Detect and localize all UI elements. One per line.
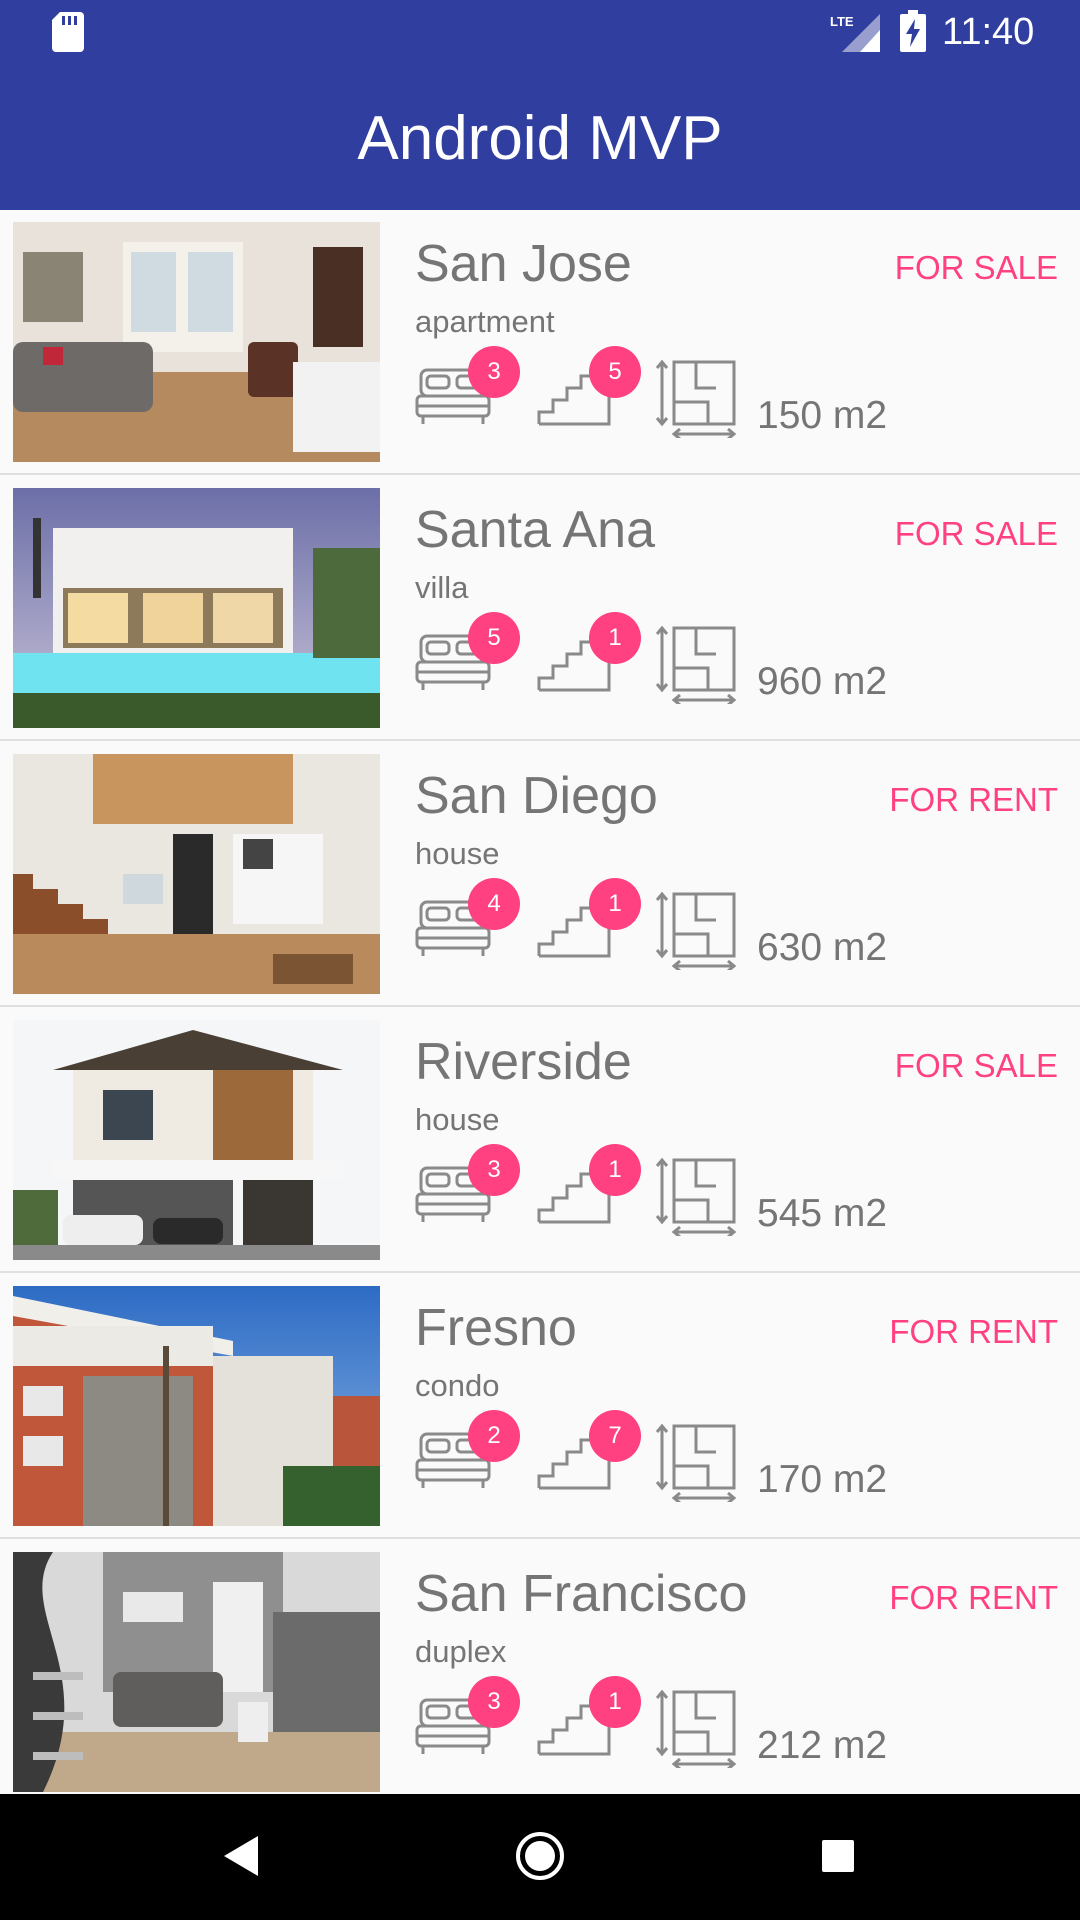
page-title: Android MVP xyxy=(357,104,723,173)
floor-count-badge: 1 xyxy=(589,878,641,930)
listing-status: FOR SALE xyxy=(894,249,1058,286)
area-value: 170 m2 xyxy=(757,1458,888,1501)
bedroom-count-badge: 2 xyxy=(468,1410,520,1462)
bedroom-count-badge: 3 xyxy=(468,346,520,398)
listing-row[interactable]: San Francisco duplex FOR RENT 3 1 212 m2 xyxy=(0,1540,1080,1794)
sd-card-icon xyxy=(52,12,84,52)
floor-plan-icon xyxy=(656,1158,738,1236)
navigation-bar xyxy=(0,1794,1080,1920)
listing-row[interactable]: Riverside house FOR SALE 3 1 545 m2 xyxy=(0,1008,1080,1273)
listing-row[interactable]: San Diego house FOR RENT 4 1 630 m2 xyxy=(0,742,1080,1007)
city-name: San Jose xyxy=(415,235,632,293)
svg-text:LTE: LTE xyxy=(830,14,854,29)
area-value: 150 m2 xyxy=(757,394,888,437)
floor-count-badge: 1 xyxy=(589,1144,641,1196)
listing-row[interactable]: Fresno condo FOR RENT 2 7 170 m2 xyxy=(0,1274,1080,1539)
area-value: 630 m2 xyxy=(757,926,888,969)
back-icon[interactable] xyxy=(222,1834,262,1878)
property-type: house xyxy=(415,1102,500,1137)
bedroom-count-badge: 5 xyxy=(468,612,520,664)
property-type: duplex xyxy=(415,1634,507,1669)
floor-count-badge: 1 xyxy=(589,1676,641,1728)
listing-row[interactable]: Santa Ana villa FOR SALE 5 1 960 m2 xyxy=(0,476,1080,741)
property-photo xyxy=(13,488,380,728)
home-icon[interactable] xyxy=(514,1830,566,1882)
city-name: San Francisco xyxy=(415,1565,748,1623)
floor-plan-icon xyxy=(656,360,738,438)
floor-plan-icon xyxy=(656,892,738,970)
floor-plan-icon xyxy=(656,1690,738,1768)
property-photo xyxy=(13,1552,380,1792)
bedroom-count-badge: 4 xyxy=(468,878,520,930)
property-photo xyxy=(13,1286,380,1526)
app-bar: LTE 11:40 Android MVP xyxy=(0,0,1080,210)
area-value: 212 m2 xyxy=(757,1724,888,1767)
property-photo xyxy=(13,222,380,462)
city-name: Fresno xyxy=(415,1299,577,1357)
property-type: apartment xyxy=(415,304,555,339)
recents-icon[interactable] xyxy=(820,1838,856,1874)
property-type: villa xyxy=(415,570,469,605)
floor-count-badge: 7 xyxy=(589,1410,641,1462)
lte-signal-icon: LTE xyxy=(830,12,880,52)
city-name: Santa Ana xyxy=(415,501,655,559)
floor-count-badge: 1 xyxy=(589,612,641,664)
listing-status: FOR SALE xyxy=(894,515,1058,552)
floor-count-badge: 5 xyxy=(589,346,641,398)
area-value: 545 m2 xyxy=(757,1192,888,1235)
clock: 11:40 xyxy=(942,11,1035,53)
listing-status: FOR RENT xyxy=(889,1579,1058,1616)
floor-plan-icon xyxy=(656,626,738,704)
listing-status: FOR RENT xyxy=(889,781,1058,818)
listing-row[interactable]: San Jose apartment FOR SALE 3 5 150 m2 xyxy=(0,210,1080,475)
city-name: Riverside xyxy=(415,1033,632,1091)
property-type: condo xyxy=(415,1368,500,1403)
area-value: 960 m2 xyxy=(757,660,888,703)
listing-status: FOR RENT xyxy=(889,1313,1058,1350)
floor-plan-icon xyxy=(656,1424,738,1502)
city-name: San Diego xyxy=(415,767,658,825)
bedroom-count-badge: 3 xyxy=(468,1676,520,1728)
battery-charging-icon xyxy=(900,10,926,52)
listing-status: FOR SALE xyxy=(894,1047,1058,1084)
property-photo xyxy=(13,1020,380,1260)
status-bar: LTE 11:40 xyxy=(0,0,1080,64)
property-photo xyxy=(13,754,380,994)
bedroom-count-badge: 3 xyxy=(468,1144,520,1196)
listing-list[interactable]: San Jose apartment FOR SALE 3 5 150 m2 S… xyxy=(0,210,1080,1794)
property-type: house xyxy=(415,836,500,871)
